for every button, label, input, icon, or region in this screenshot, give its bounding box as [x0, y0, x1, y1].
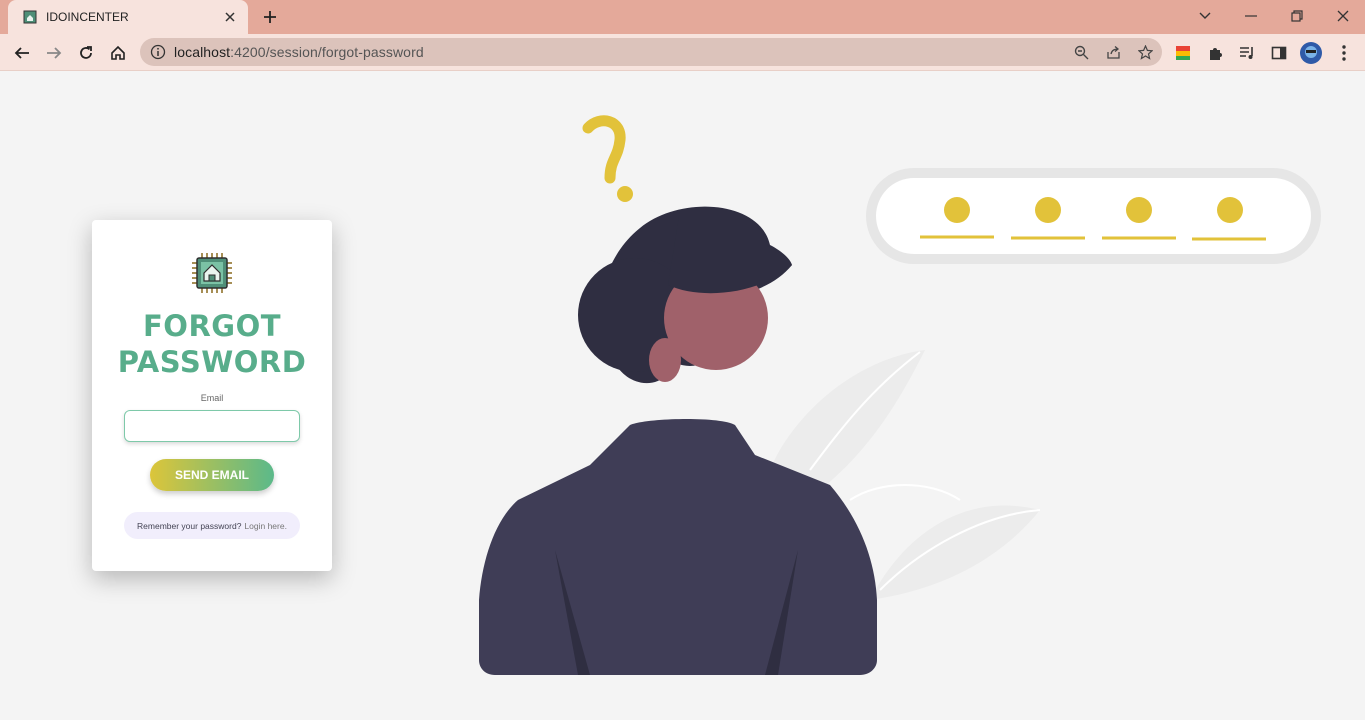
email-field[interactable] [124, 410, 300, 442]
login-here-text[interactable]: Login here. [244, 521, 287, 531]
forgot-password-illustration [479, 115, 1321, 675]
tab-title: IDOINCENTER [46, 10, 129, 24]
browser-menu-icon[interactable] [1333, 42, 1355, 64]
minimize-icon[interactable] [1239, 5, 1263, 27]
url-text: localhost:4200/session/forgot-password [174, 44, 424, 60]
extensions-puzzle-icon[interactable] [1205, 42, 1227, 64]
forgot-password-card: FORGOT PASSWORD Email SEND EMAIL Remembe… [92, 220, 332, 571]
home-icon[interactable] [107, 42, 129, 64]
profile-avatar[interactable] [1300, 42, 1322, 64]
side-panel-icon[interactable] [1268, 42, 1290, 64]
reload-icon[interactable] [75, 42, 97, 64]
remember-text: Remember your password? [137, 520, 242, 531]
email-label: Email [200, 393, 224, 403]
tab-close-icon[interactable] [222, 9, 238, 25]
browser-titlebar: IDOINCENTER [0, 0, 1365, 34]
site-info-icon[interactable] [150, 44, 166, 60]
extension-colorful-icon[interactable] [1172, 42, 1194, 64]
media-queue-icon[interactable] [1236, 42, 1258, 64]
url-path: :4200/session/forgot-password [230, 44, 424, 60]
login-link[interactable]: Remember your password? Login here. [124, 512, 300, 539]
zoom-icon[interactable] [1070, 42, 1092, 62]
close-window-icon[interactable] [1331, 5, 1355, 27]
url-host: localhost [174, 44, 231, 60]
new-tab-icon[interactable] [260, 7, 280, 27]
tab-search-chevron-icon[interactable] [1193, 5, 1217, 27]
bookmark-star-icon[interactable] [1134, 42, 1156, 62]
chip-house-icon [22, 9, 38, 25]
address-bar[interactable]: localhost:4200/session/forgot-password [140, 38, 1162, 66]
back-arrow-icon[interactable] [11, 42, 33, 64]
question-mark-icon [582, 115, 633, 202]
send-email-button[interactable]: SEND EMAIL [150, 459, 274, 491]
page-title: FORGOT PASSWORD [117, 309, 307, 379]
share-icon[interactable] [1102, 42, 1124, 62]
chip-house-icon [190, 251, 234, 295]
password-bubble [866, 168, 1321, 264]
browser-tab[interactable]: IDOINCENTER [8, 0, 248, 34]
forward-arrow-icon[interactable] [43, 42, 65, 64]
browser-toolbar: localhost:4200/session/forgot-password [0, 34, 1365, 71]
restore-icon[interactable] [1285, 5, 1309, 27]
